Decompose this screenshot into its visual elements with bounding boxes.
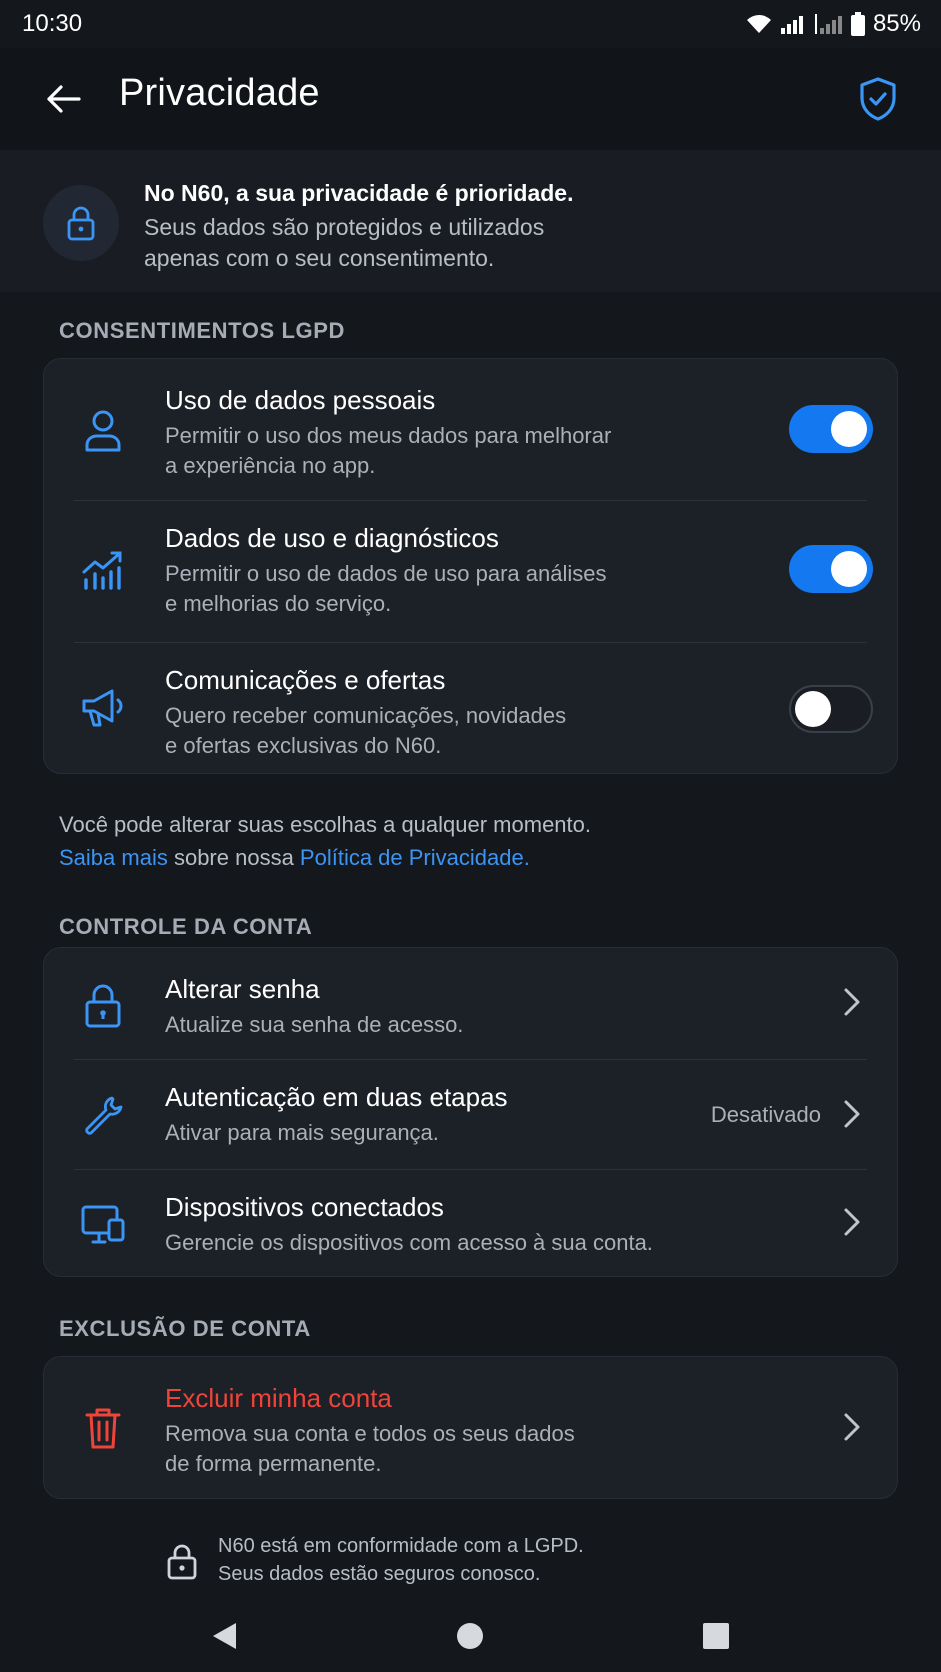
status-time: 10:30 — [22, 10, 83, 37]
footer-text: Seus dados estão seguros conosco. — [218, 1563, 541, 1585]
note-text: Você pode alterar suas escolhas a qualqu… — [59, 812, 591, 837]
account-item-description: Gerencie os dispositivos com acesso à su… — [165, 1230, 653, 1255]
status-icons: 85% — [745, 10, 921, 38]
note-middle-text: sobre nossa — [167, 845, 300, 870]
description-line: Permitir o uso de dados de uso para anál… — [165, 561, 607, 586]
user-icon — [78, 405, 128, 455]
account-item-description: Atualize sua senha de acesso. — [165, 1012, 464, 1037]
privacy-intro-banner: No N60, a sua privacidade é prioridade. … — [0, 150, 941, 292]
lock-icon — [43, 185, 119, 261]
intro-text: Seus dados são protegidos e utilizados a… — [144, 212, 704, 274]
devices-icon — [78, 1200, 128, 1250]
delete-account-description: Remova sua conta e todos os seus dados d… — [165, 1419, 685, 1479]
section-label-account: CONTROLE DA CONTA — [59, 914, 313, 939]
toggle-knob — [795, 691, 831, 727]
description-line: Quero receber comunicações, novidades — [165, 703, 567, 728]
delete-account-title: Excluir minha conta — [165, 1383, 392, 1413]
account-row-two-factor[interactable]: Autenticação em duas etapas Ativar para … — [44, 1060, 897, 1168]
consent-title: Comunicações e ofertas — [165, 665, 446, 695]
wrench-icon — [78, 1090, 128, 1140]
chevron-right-icon — [837, 1096, 867, 1132]
chevron-right-icon — [837, 984, 867, 1020]
square-recents-icon — [703, 1623, 729, 1649]
chevron-right-icon — [837, 1409, 867, 1445]
delete-account-row[interactable]: Excluir minha conta Remova sua conta e t… — [44, 1357, 897, 1500]
toggle-knob — [831, 551, 867, 587]
toggle-diagnostics[interactable] — [789, 545, 873, 593]
app-bar: Privacidade — [0, 48, 941, 150]
intro-text-line: Seus dados são protegidos e utilizados — [144, 214, 545, 240]
description-line: a experiência no app. — [165, 453, 376, 478]
intro-title: No N60, a sua privacidade é prioridade. — [144, 180, 574, 206]
intro-text-line: apenas com o seu consentimento. — [144, 245, 495, 271]
consent-row-personal-data: Uso de dados pessoais Permitir o uso dos… — [44, 359, 897, 499]
consent-title: Uso de dados pessoais — [165, 385, 436, 415]
account-item-title: Autenticação em duas etapas — [165, 1082, 508, 1112]
page-title: Privacidade — [119, 72, 320, 114]
learn-more-link[interactable]: Saiba mais — [59, 845, 168, 870]
toggle-communications[interactable] — [789, 685, 873, 733]
lock-icon — [78, 980, 128, 1030]
account-item-title: Dispositivos conectados — [165, 1192, 444, 1222]
account-row-change-password[interactable]: Alterar senha Atualize sua senha de aces… — [44, 948, 897, 1058]
account-item-title: Alterar senha — [165, 974, 320, 1004]
nav-back-button[interactable] — [200, 1612, 248, 1660]
signal-secondary-icon — [814, 14, 843, 34]
consent-row-communications: Comunicações e ofertas Quero receber com… — [44, 643, 897, 775]
deletion-card: Excluir minha conta Remova sua conta e t… — [43, 1356, 898, 1499]
trash-icon — [78, 1403, 128, 1453]
account-card: Alterar senha Atualize sua senha de aces… — [43, 947, 898, 1277]
shield-check-icon — [860, 77, 896, 121]
lgpd-compliance-note: N60 está em conformidade com a LGPD. Seu… — [218, 1532, 584, 1588]
megaphone-icon — [78, 683, 128, 733]
lock-icon — [166, 1542, 202, 1582]
consent-row-diagnostics: Dados de uso e diagnósticos Permitir o u… — [44, 501, 897, 641]
circle-home-icon — [457, 1623, 483, 1649]
privacy-screen: 10:30 85% Privacidade No N60, a sua priv… — [0, 0, 941, 1672]
consent-title: Dados de uso e diagnósticos — [165, 523, 499, 553]
description-line: de forma permanente. — [165, 1451, 382, 1476]
chevron-right-icon — [837, 1204, 867, 1240]
consent-description: Quero receber comunicações, novidades e … — [165, 701, 685, 761]
arrow-left-icon — [47, 85, 81, 113]
toggle-personal-data[interactable] — [789, 405, 873, 453]
battery-level: 85% — [872, 10, 921, 37]
nav-home-button[interactable] — [446, 1612, 494, 1660]
two-factor-status: Desativado — [710, 1102, 821, 1127]
description-line: e melhorias do serviço. — [165, 591, 392, 616]
system-nav-bar — [0, 1600, 941, 1672]
consent-note: Você pode alterar suas escolhas a qualqu… — [59, 808, 591, 874]
analytics-chart-icon — [78, 545, 128, 595]
nav-recents-button[interactable] — [692, 1612, 740, 1660]
account-item-description: Ativar para mais segurança. — [165, 1120, 439, 1145]
consent-description: Permitir o uso dos meus dados para melho… — [165, 421, 685, 481]
battery-icon — [850, 12, 865, 36]
back-button[interactable] — [40, 76, 86, 122]
toggle-knob — [831, 411, 867, 447]
section-label-deletion: EXCLUSÃO DE CONTA — [59, 1316, 311, 1341]
consent-description: Permitir o uso de dados de uso para anál… — [165, 559, 685, 619]
status-bar: 10:30 85% — [0, 0, 941, 48]
triangle-back-icon — [213, 1623, 236, 1649]
consent-card: Uso de dados pessoais Permitir o uso dos… — [43, 358, 898, 774]
privacy-policy-link[interactable]: Política de Privacidade. — [300, 845, 530, 870]
note-links-line: Saiba mais sobre nossa Política de Priva… — [59, 841, 591, 874]
signal-icon — [780, 14, 807, 34]
shield-button[interactable] — [851, 70, 905, 128]
account-row-connected-devices[interactable]: Dispositivos conectados Gerencie os disp… — [44, 1170, 897, 1278]
description-line: Remova sua conta e todos os seus dados — [165, 1421, 575, 1446]
footer-text: N60 está em conformidade com a LGPD. — [218, 1535, 584, 1557]
section-label-consent: CONSENTIMENTOS LGPD — [59, 318, 346, 343]
description-line: e ofertas exclusivas do N60. — [165, 733, 442, 758]
wifi-icon — [745, 13, 773, 35]
description-line: Permitir o uso dos meus dados para melho… — [165, 423, 612, 448]
